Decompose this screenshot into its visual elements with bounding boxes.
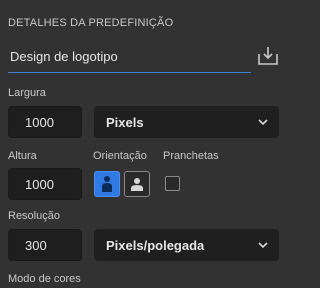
width-unit-select[interactable]: Pixels: [94, 106, 279, 138]
section-title: DETALHES DA PREDEFINIÇÃO: [8, 17, 174, 29]
resolution-label: Resolução: [8, 210, 60, 222]
portrait-person-icon: [102, 176, 112, 192]
color-mode-label: Modo de cores: [8, 273, 81, 285]
width-label: Largura: [8, 87, 46, 99]
height-label: Altura: [8, 150, 37, 162]
chevron-down-icon: [258, 242, 268, 249]
resolution-input[interactable]: 300: [8, 229, 82, 261]
chevron-down-icon: [258, 119, 268, 126]
artboards-label: Pranchetas: [163, 150, 219, 162]
orientation-portrait-button[interactable]: [94, 171, 120, 197]
landscape-person-icon: [131, 178, 143, 191]
save-preset-icon[interactable]: [256, 44, 280, 68]
artboards-checkbox[interactable]: [165, 176, 180, 191]
width-unit-value: Pixels: [106, 114, 144, 130]
orientation-label: Orientação: [93, 150, 147, 162]
orientation-landscape-button[interactable]: [124, 171, 150, 197]
preset-name-underline: [8, 72, 251, 73]
preset-name-input[interactable]: Design de logotipo: [10, 49, 118, 64]
height-input[interactable]: 1000: [8, 168, 82, 200]
resolution-unit-select[interactable]: Pixels/polegada: [94, 229, 279, 261]
resolution-unit-value: Pixels/polegada: [106, 237, 205, 253]
width-input[interactable]: 1000: [8, 106, 82, 138]
